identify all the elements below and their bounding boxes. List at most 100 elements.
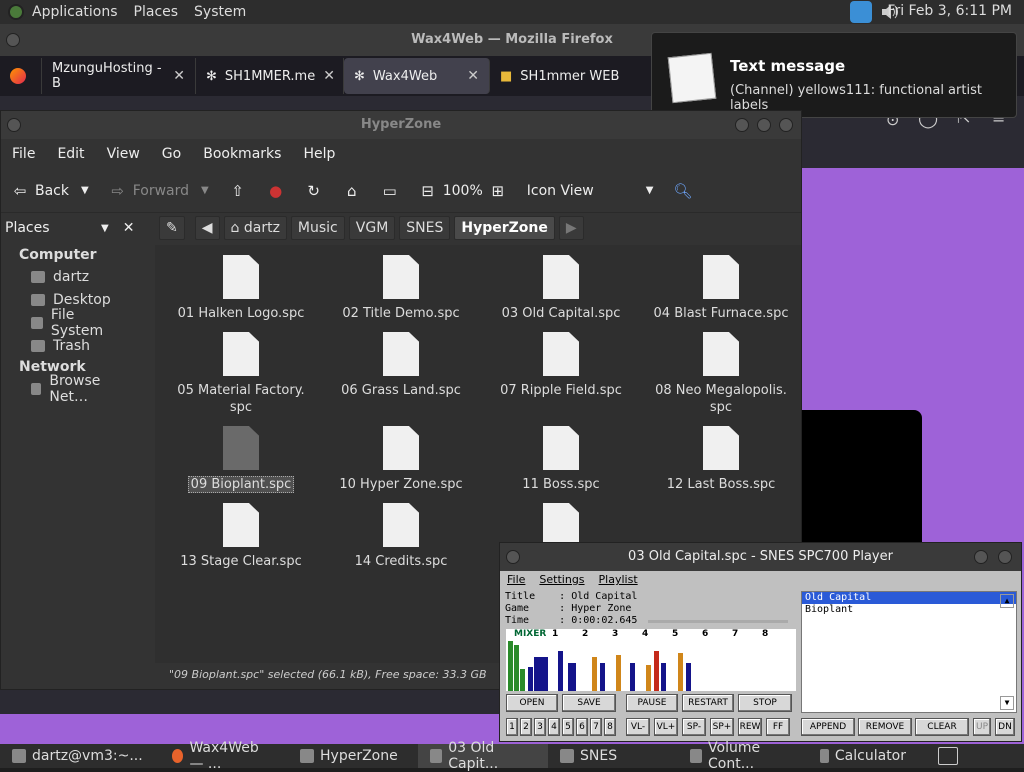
minimize-button[interactable]: [735, 118, 749, 132]
file-item-selected[interactable]: 09 Bioplant.spc: [161, 426, 321, 493]
task-hyperzone[interactable]: HyperZone: [288, 744, 418, 768]
chevron-down-icon[interactable]: ▼: [81, 185, 89, 196]
task-terminal[interactable]: dartz@vm3:~...: [0, 744, 160, 768]
scroll-down-icon[interactable]: ▼: [1000, 696, 1014, 710]
pause-button[interactable]: PAUSE: [626, 694, 678, 712]
system-menu[interactable]: System: [186, 4, 254, 20]
append-button[interactable]: APPEND: [801, 718, 855, 736]
task-volume-control[interactable]: Volume Cont...: [678, 740, 808, 772]
scroll-up-icon[interactable]: ▲: [1000, 594, 1014, 608]
task-spc-player[interactable]: 03 Old Capit...: [418, 740, 548, 772]
file-item[interactable]: 02 Title Demo.spc: [321, 255, 481, 322]
sidebar-item-trash[interactable]: Trash: [1, 334, 149, 357]
zoom-out-icon[interactable]: ⊟: [419, 182, 437, 200]
breadcrumb-snes[interactable]: SNES: [399, 216, 451, 240]
gnome-foot-icon[interactable]: [8, 4, 24, 20]
sidebar-item-dartz[interactable]: dartz: [1, 265, 149, 288]
close-sidebar-icon[interactable]: ✕: [123, 220, 135, 236]
task-calculator[interactable]: Calculator: [808, 744, 918, 768]
file-item[interactable]: 01 Halken Logo.spc: [161, 255, 321, 322]
volume-up-button[interactable]: VL+: [654, 718, 678, 736]
open-button[interactable]: OPEN: [506, 694, 558, 712]
fast-forward-button[interactable]: FF: [766, 718, 790, 736]
location-toggle-icon[interactable]: ✎: [159, 216, 185, 240]
seek-bar[interactable]: [648, 620, 788, 623]
clear-button[interactable]: CLEAR: [915, 718, 969, 736]
volume-down-button[interactable]: VL-: [626, 718, 650, 736]
speed-down-button[interactable]: SP-: [682, 718, 706, 736]
window-menu-button[interactable]: [7, 118, 21, 132]
file-item[interactable]: 05 Material Factory. spc: [161, 332, 321, 416]
home-button[interactable]: ⌂: [333, 182, 371, 200]
task-firefox[interactable]: Wax4Web — ...: [160, 740, 288, 772]
tab-shimmer-web[interactable]: ■ SH1mmer WEB: [490, 58, 630, 94]
firefox-menu-icon[interactable]: [0, 58, 42, 94]
window-menu-button[interactable]: [506, 550, 520, 564]
channel-toggle-3[interactable]: 3: [534, 718, 546, 736]
channel-toggle-6[interactable]: 6: [576, 718, 588, 736]
minimize-button[interactable]: [974, 550, 988, 564]
zoom-control[interactable]: ⊟ 100% ⊞: [409, 182, 517, 200]
maximize-button[interactable]: [757, 118, 771, 132]
view-mode-select[interactable]: Icon View ▼: [517, 183, 664, 199]
menu-view[interactable]: View: [96, 146, 151, 162]
file-item[interactable]: 06 Grass Land.spc: [321, 332, 481, 399]
file-item[interactable]: 10 Hyper Zone.spc: [321, 426, 481, 493]
file-item[interactable]: 08 Neo Megalopolis. spc: [641, 332, 801, 416]
breadcrumb-hyperzone[interactable]: HyperZone: [454, 216, 555, 240]
menu-file[interactable]: File: [1, 146, 46, 162]
stop-button[interactable]: ●: [257, 182, 295, 200]
channel-toggle-7[interactable]: 7: [590, 718, 602, 736]
sidebar-selector[interactable]: Places ▼ ✕: [5, 217, 145, 239]
task-snes[interactable]: SNES: [548, 744, 678, 768]
rewind-button[interactable]: REW: [738, 718, 762, 736]
close-button[interactable]: [779, 118, 793, 132]
menu-go[interactable]: Go: [151, 146, 192, 162]
restart-button[interactable]: RESTART: [682, 694, 734, 712]
search-button[interactable]: 🔍︎: [663, 182, 701, 200]
channel-toggle-4[interactable]: 4: [548, 718, 560, 736]
close-tab-icon[interactable]: ✕: [467, 68, 479, 84]
up-button[interactable]: ⇧: [219, 182, 257, 200]
playlist-item[interactable]: Bioplant: [802, 604, 1016, 616]
close-tab-icon[interactable]: ✕: [323, 68, 335, 84]
playlist-item-selected[interactable]: Old Capital: [802, 592, 1016, 604]
file-item[interactable]: 13 Stage Clear.spc: [161, 503, 321, 570]
breadcrumb-dartz[interactable]: ⌂ dartz: [223, 216, 287, 240]
forward-button[interactable]: ⇨ Forward ▼: [99, 182, 219, 200]
player-menu-playlist[interactable]: Playlist: [592, 573, 645, 589]
close-tab-icon[interactable]: ✕: [173, 68, 185, 84]
file-item[interactable]: 11 Boss.spc: [481, 426, 641, 493]
menu-bookmarks[interactable]: Bookmarks: [192, 146, 292, 162]
stop-button[interactable]: STOP: [738, 694, 792, 712]
reload-button[interactable]: ↻: [295, 182, 333, 200]
file-item[interactable]: 04 Blast Furnace.spc: [641, 255, 801, 322]
remove-button[interactable]: REMOVE: [858, 718, 912, 736]
chevron-down-icon[interactable]: ▼: [201, 185, 209, 196]
tab-shimmer[interactable]: ✻ SH1MMER.me ✕: [196, 58, 344, 94]
zoom-in-icon[interactable]: ⊞: [489, 182, 507, 200]
sidebar-item-file-system[interactable]: File System: [1, 307, 149, 339]
player-menu-file[interactable]: File: [500, 573, 532, 589]
channel-toggle-1[interactable]: 1: [506, 718, 518, 736]
file-item[interactable]: 07 Ripple Field.spc: [481, 332, 641, 399]
close-button[interactable]: [998, 550, 1012, 564]
file-item[interactable]: 14 Credits.spc: [321, 503, 481, 570]
chat-status-icon[interactable]: [850, 1, 872, 23]
playlist[interactable]: Old Capital Bioplant ▲ ▼: [801, 591, 1017, 713]
player-menu-settings[interactable]: Settings: [532, 573, 591, 589]
tab-mzunguhosting[interactable]: MzunguHosting - B ✕: [42, 58, 196, 94]
clock[interactable]: Fri Feb 3, 6:11 PM: [887, 3, 1012, 19]
breadcrumb-music[interactable]: Music: [290, 216, 345, 240]
channel-toggle-5[interactable]: 5: [562, 718, 574, 736]
move-up-button[interactable]: UP: [973, 718, 991, 736]
applications-menu[interactable]: Applications: [24, 4, 126, 20]
channel-toggle-8[interactable]: 8: [604, 718, 616, 736]
back-button[interactable]: ⇦ Back ▼: [1, 182, 99, 200]
breadcrumb-vgm[interactable]: VGM: [348, 216, 396, 240]
path-scroll-left[interactable]: ◀: [194, 216, 220, 240]
menu-help[interactable]: Help: [292, 146, 346, 162]
save-button[interactable]: SAVE: [562, 694, 616, 712]
move-down-button[interactable]: DN: [995, 718, 1015, 736]
file-item[interactable]: 12 Last Boss.spc: [641, 426, 801, 493]
